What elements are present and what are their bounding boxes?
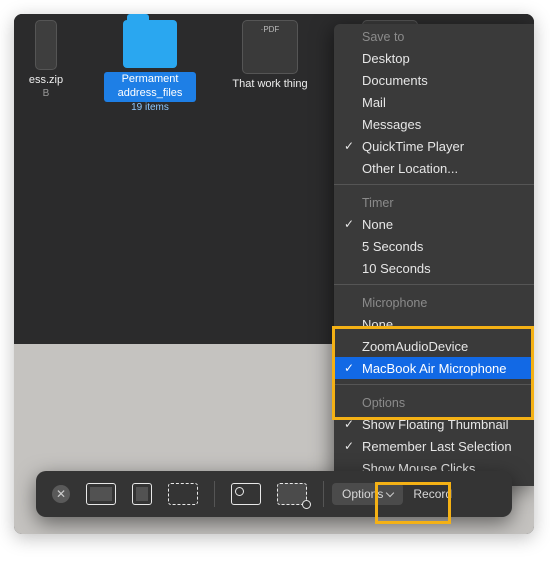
close-icon[interactable]: ✕: [52, 485, 70, 503]
menu-item[interactable]: Other Location...: [334, 157, 534, 179]
menu-item[interactable]: QuickTime Player: [334, 135, 534, 157]
menu-item[interactable]: Desktop: [334, 47, 534, 69]
record-selection-icon[interactable]: [277, 483, 307, 505]
menu-item[interactable]: 10 Seconds: [334, 257, 534, 279]
file-name: That work thing: [232, 78, 307, 92]
capture-window-icon[interactable]: [132, 483, 152, 505]
menu-header: Timer: [334, 190, 534, 213]
menu-divider: [334, 284, 534, 285]
record-entire-screen-icon[interactable]: [231, 483, 261, 505]
menu-item[interactable]: Messages: [334, 113, 534, 135]
menu-item[interactable]: Documents: [334, 69, 534, 91]
menu-item[interactable]: Remember Last Selection: [334, 435, 534, 457]
separator: [323, 481, 324, 507]
menu-header: Save to: [334, 24, 534, 47]
separator: [214, 481, 215, 507]
menu-item[interactable]: 5 Seconds: [334, 235, 534, 257]
file-name: Permament address_files: [104, 72, 196, 102]
desktop-file[interactable]: ·PDF That work thing: [224, 20, 316, 160]
file-name: ess.zip: [29, 74, 63, 88]
highlight-microphone-section: [332, 326, 534, 420]
desktop-file[interactable]: Permament address_files19 items: [104, 20, 196, 160]
capture-entire-screen-icon[interactable]: [86, 483, 116, 505]
zip-icon: [35, 20, 57, 70]
menu-item[interactable]: None: [334, 213, 534, 235]
desktop-file[interactable]: ess.zipB: [16, 20, 76, 160]
doc-icon: ·PDF: [242, 20, 298, 74]
capture-selection-icon[interactable]: [168, 483, 198, 505]
menu-divider: [334, 184, 534, 185]
highlight-options-button: [375, 482, 451, 524]
file-subtitle: 19 items: [131, 102, 169, 115]
file-subtitle: B: [43, 88, 50, 101]
menu-header: Microphone: [334, 290, 534, 313]
menu-item[interactable]: Mail: [334, 91, 534, 113]
folder-icon: [123, 20, 177, 68]
